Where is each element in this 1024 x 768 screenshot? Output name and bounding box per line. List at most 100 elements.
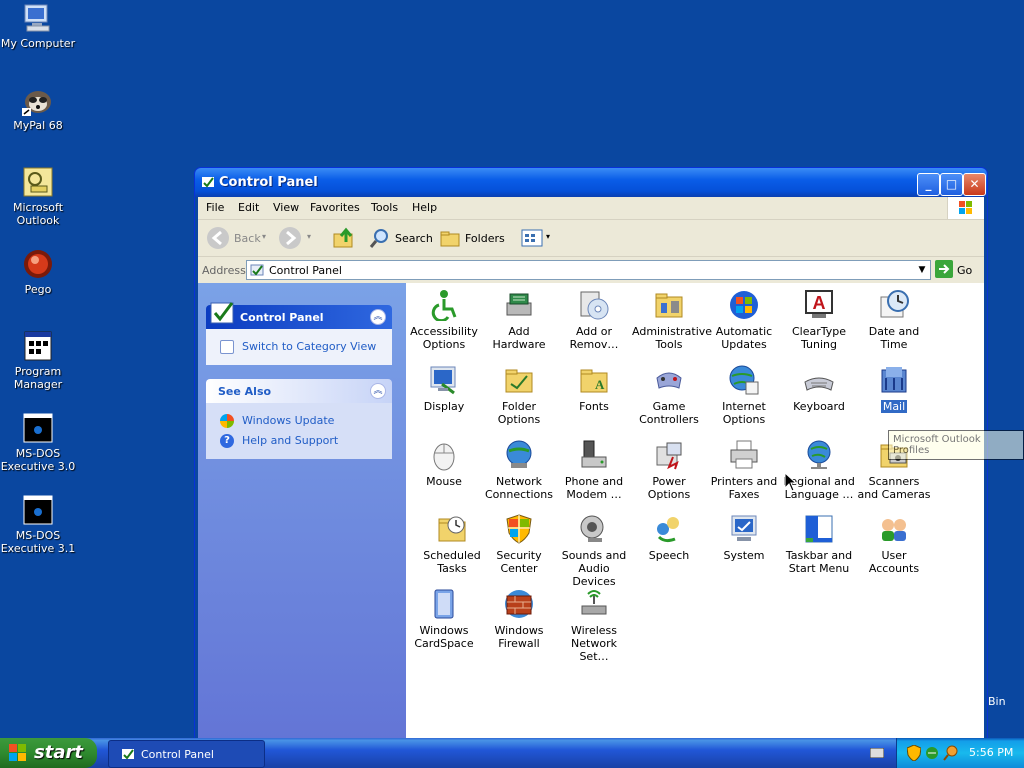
cp-item-wireless-network[interactable]: Wireless Network Set… bbox=[557, 588, 631, 663]
minimize-button[interactable]: _ bbox=[917, 173, 940, 196]
address-dropdown-icon[interactable]: ▼ bbox=[914, 261, 930, 279]
desktop-icon-program-manager[interactable]: Program Manager bbox=[0, 330, 76, 391]
switch-view-label: Switch to Category View bbox=[242, 340, 377, 353]
collapse-chevron-icon[interactable]: ︽ bbox=[370, 383, 386, 399]
control-panel-icon bbox=[250, 264, 264, 276]
address-field[interactable]: Control Panel ▼ bbox=[246, 260, 931, 280]
menu-help[interactable]: Help bbox=[412, 201, 437, 214]
menu-view[interactable]: View bbox=[273, 201, 299, 214]
cp-item-automatic-updates[interactable]: Automatic Updates bbox=[707, 289, 781, 351]
cp-item-display[interactable]: Display bbox=[407, 364, 481, 413]
cp-item-phone-modem[interactable]: Phone and Modem … bbox=[557, 439, 631, 501]
cp-item-speech[interactable]: Speech bbox=[632, 513, 706, 562]
cp-item-mouse[interactable]: Mouse bbox=[407, 439, 481, 488]
collapse-chevron-icon[interactable]: ︽ bbox=[370, 309, 386, 325]
menu-edit[interactable]: Edit bbox=[238, 201, 259, 214]
folders-label: Folders bbox=[465, 232, 505, 245]
cp-item-game-controllers[interactable]: Game Controllers bbox=[632, 364, 706, 426]
windows-update-link[interactable]: Windows Update bbox=[216, 411, 382, 431]
cp-item-label: Windows Firewall bbox=[494, 624, 544, 650]
control-panel-panel-header[interactable]: Control Panel ︽ bbox=[206, 302, 392, 329]
keyboard-layout-icon[interactable] bbox=[870, 748, 884, 758]
go-label: Go bbox=[957, 264, 973, 277]
title-bar[interactable]: Control Panel _ □ ✕ bbox=[195, 168, 987, 197]
date-time-icon bbox=[878, 289, 910, 321]
menu-tools[interactable]: Tools bbox=[371, 201, 398, 214]
search-button[interactable]: Search bbox=[368, 226, 433, 250]
switch-category-view-link[interactable]: Switch to Category View bbox=[216, 337, 382, 357]
forward-dropdown-icon[interactable]: ▾ bbox=[307, 232, 311, 241]
menu-favorites[interactable]: Favorites bbox=[310, 201, 360, 214]
desktop-icon-outlook[interactable]: Microsoft Outlook bbox=[0, 166, 76, 227]
window-title: Control Panel bbox=[219, 175, 318, 190]
keyboard-icon bbox=[803, 364, 835, 396]
cp-item-add-hardware[interactable]: Add Hardware bbox=[482, 289, 556, 351]
start-button[interactable]: start bbox=[0, 738, 97, 768]
back-button[interactable]: Back ▾ bbox=[206, 226, 270, 250]
msdos-executive-icon bbox=[22, 494, 54, 526]
desktop-icon-label: MS-DOS Executive 3.0 bbox=[0, 447, 76, 473]
desktop-icon-mypal[interactable]: MyPal 68 bbox=[0, 84, 76, 132]
cp-item-security-center[interactable]: Security Center bbox=[482, 513, 556, 575]
see-also-panel-header[interactable]: See Also ︽ bbox=[206, 379, 392, 403]
cp-item-network-connections[interactable]: Network Connections bbox=[482, 439, 556, 501]
address-bar: Address Control Panel ▼ Go bbox=[198, 257, 984, 283]
control-panel-window[interactable]: Control Panel _ □ ✕ File Edit View Favor… bbox=[194, 167, 988, 740]
desktop-icon-msdos-30[interactable]: MS-DOS Executive 3.0 bbox=[0, 412, 76, 473]
cp-item-accessibility[interactable]: Accessibility Options bbox=[407, 289, 481, 351]
wireless-network-icon bbox=[578, 588, 610, 620]
cp-item-cleartype[interactable]: A ClearType Tuning bbox=[782, 289, 856, 351]
msdos-executive-icon bbox=[22, 412, 54, 444]
network-tray-icon[interactable] bbox=[925, 745, 939, 761]
switch-view-icon bbox=[220, 340, 234, 354]
cp-item-user-accounts[interactable]: User Accounts bbox=[857, 513, 931, 575]
taskbar-button-control-panel[interactable]: Control Panel bbox=[108, 740, 265, 768]
firewall-icon bbox=[503, 588, 535, 620]
cp-item-add-remove[interactable]: Add or Remov… bbox=[557, 289, 631, 351]
cp-item-power-options[interactable]: Power Options bbox=[632, 439, 706, 501]
cp-item-date-time[interactable]: Date and Time bbox=[857, 289, 931, 351]
cp-item-printers-faxes[interactable]: Printers and Faxes bbox=[707, 439, 781, 501]
help-support-link[interactable]: ? Help and Support bbox=[216, 431, 382, 451]
speech-icon bbox=[653, 513, 685, 545]
cp-item-label: Taskbar and Start Menu bbox=[785, 549, 853, 575]
cp-item-mail[interactable]: Mail bbox=[857, 364, 931, 413]
cp-item-administrative-tools[interactable]: Administrative Tools bbox=[632, 289, 712, 351]
recycle-bin-label[interactable]: Bin bbox=[988, 695, 1006, 708]
cp-item-label: User Accounts bbox=[868, 549, 920, 575]
views-button[interactable]: ▾ bbox=[520, 226, 556, 250]
desktop-icon-label: MyPal 68 bbox=[13, 119, 63, 132]
folders-button[interactable]: Folders bbox=[438, 226, 506, 250]
cp-item-label: Sounds and Audio Devices bbox=[561, 549, 627, 588]
desktop-icon-my-computer[interactable]: My Computer bbox=[0, 2, 76, 50]
cp-item-scheduled-tasks[interactable]: Scheduled Tasks bbox=[415, 513, 489, 575]
close-button[interactable]: ✕ bbox=[963, 173, 986, 196]
security-shield-icon[interactable] bbox=[907, 745, 921, 761]
cp-item-keyboard[interactable]: Keyboard bbox=[782, 364, 856, 413]
taskbar-button-label: Control Panel bbox=[141, 748, 214, 761]
tooltip: Microsoft Outlook Profiles bbox=[888, 430, 1024, 460]
desktop-icon-pego[interactable]: Pego bbox=[0, 248, 76, 296]
cp-item-folder-options[interactable]: Folder Options bbox=[482, 364, 556, 426]
menu-file[interactable]: File bbox=[206, 201, 224, 214]
go-button[interactable]: Go bbox=[935, 260, 977, 280]
cp-item-system[interactable]: System bbox=[707, 513, 781, 562]
up-button[interactable] bbox=[332, 226, 358, 250]
cp-item-taskbar-start-menu[interactable]: Taskbar and Start Menu bbox=[782, 513, 856, 575]
search-icon bbox=[369, 229, 388, 248]
forward-button[interactable]: ▾ bbox=[278, 226, 318, 250]
user-accounts-icon bbox=[878, 513, 910, 545]
taskbar-start-menu-icon bbox=[803, 513, 835, 545]
back-label: Back bbox=[234, 232, 261, 245]
maximize-button[interactable]: □ bbox=[940, 173, 963, 196]
back-dropdown-icon[interactable]: ▾ bbox=[262, 232, 266, 241]
cp-item-fonts[interactable]: A Fonts bbox=[557, 364, 631, 413]
desktop-icon-msdos-31[interactable]: MS-DOS Executive 3.1 bbox=[0, 494, 76, 555]
cp-item-internet-options[interactable]: Internet Options bbox=[707, 364, 781, 426]
clock[interactable]: 5:56 PM bbox=[969, 746, 1013, 759]
cleartype-icon: A bbox=[803, 289, 835, 321]
cp-item-firewall[interactable]: Windows Firewall bbox=[482, 588, 556, 650]
search-tray-icon[interactable] bbox=[943, 745, 959, 761]
cp-item-cardspace[interactable]: Windows CardSpace bbox=[407, 588, 481, 650]
cp-item-sounds-audio[interactable]: Sounds and Audio Devices bbox=[557, 513, 631, 588]
